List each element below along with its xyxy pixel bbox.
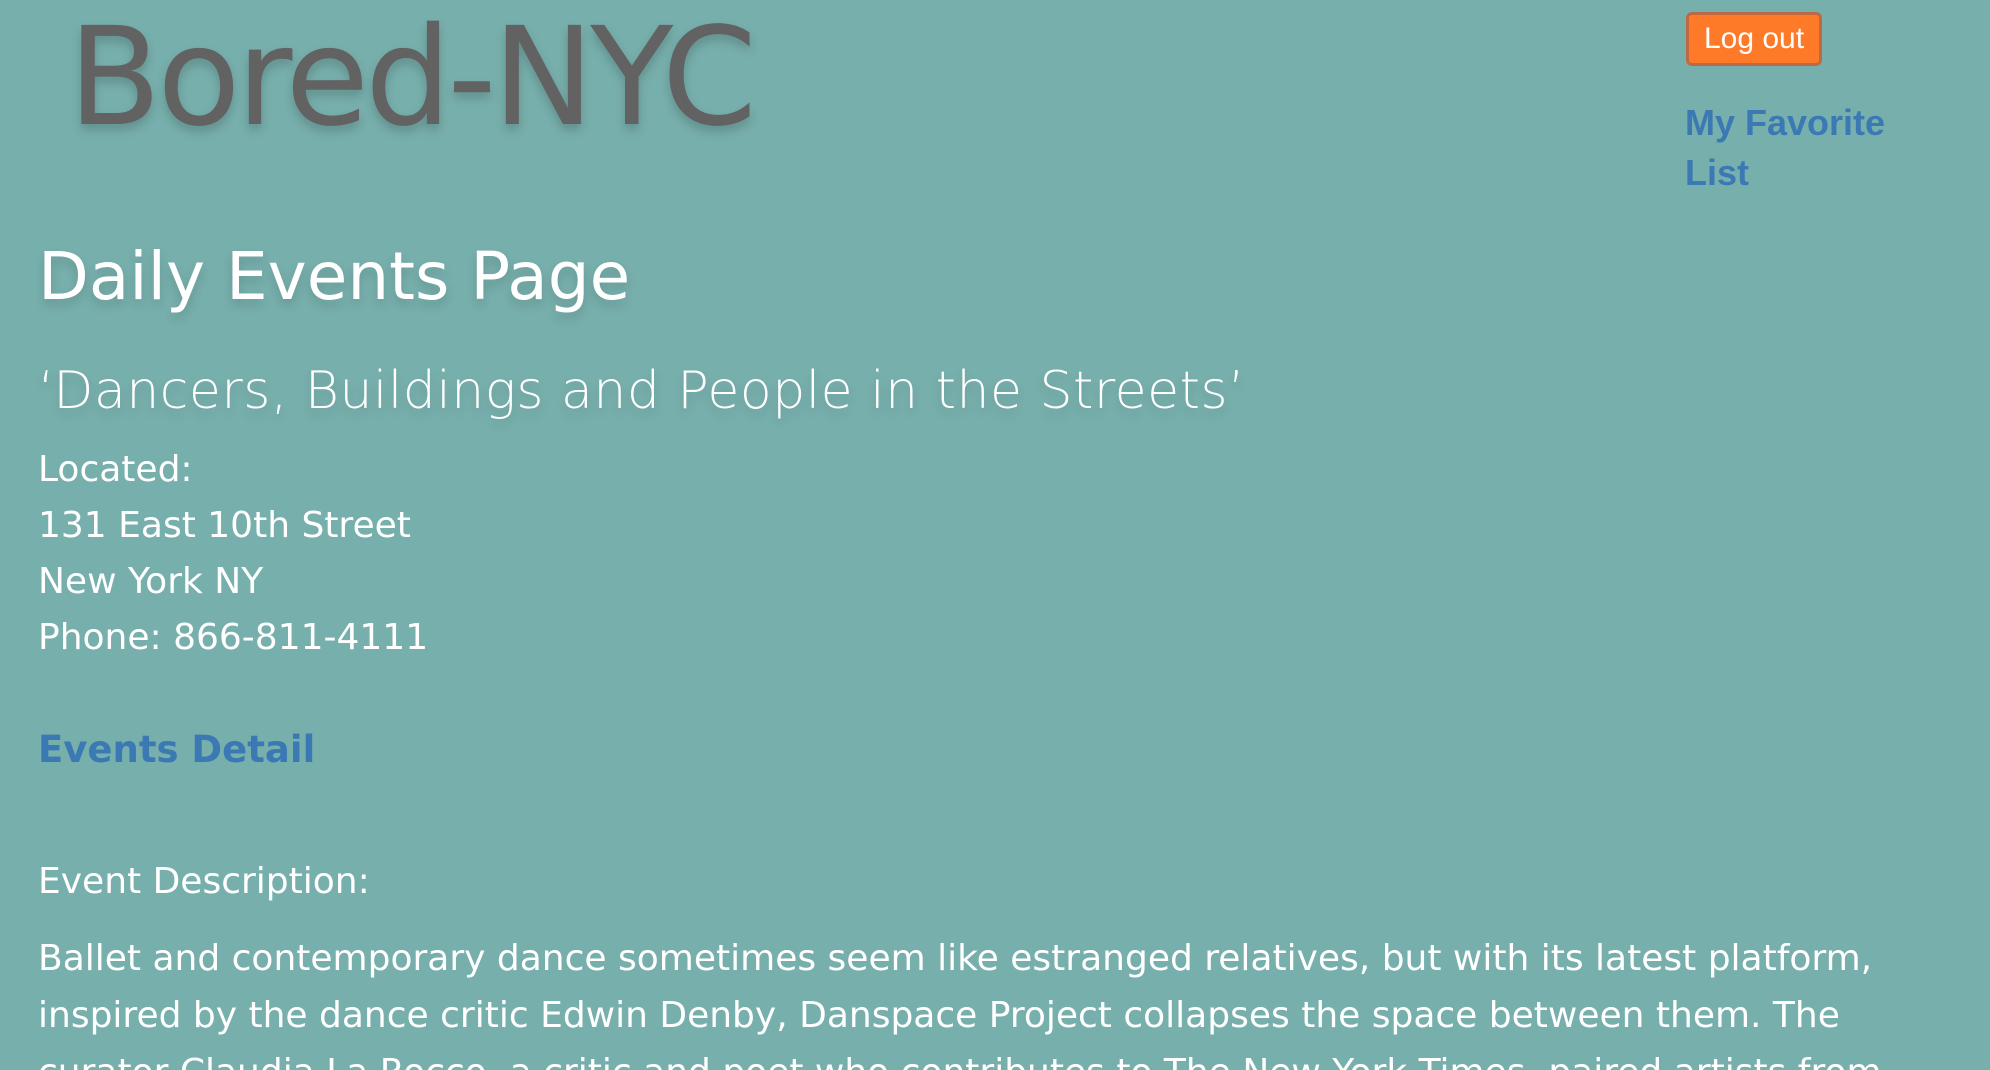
events-detail-link[interactable]: Events Detail — [38, 722, 315, 778]
site-logo[interactable]: Bored-NYC — [68, 3, 757, 154]
page-title: Daily Events Page — [38, 238, 631, 315]
phone-number: Phone: 866-811-4111 — [38, 617, 429, 658]
logout-button[interactable]: Log out — [1686, 12, 1822, 66]
location-label: Located: — [38, 449, 193, 490]
event-title: ‘Dancers, Buildings and People in the St… — [38, 361, 1246, 421]
event-location-info: Located: 131 East 10th Street New York N… — [38, 442, 428, 666]
event-description-text: Ballet and contemporary dance sometimes … — [38, 938, 1882, 1070]
event-description-label: Event Description: — [38, 861, 370, 902]
city-state: New York NY — [38, 561, 264, 602]
my-favorite-list-link[interactable]: My Favorite List — [1685, 98, 1935, 198]
street-address: 131 East 10th Street — [38, 505, 411, 546]
